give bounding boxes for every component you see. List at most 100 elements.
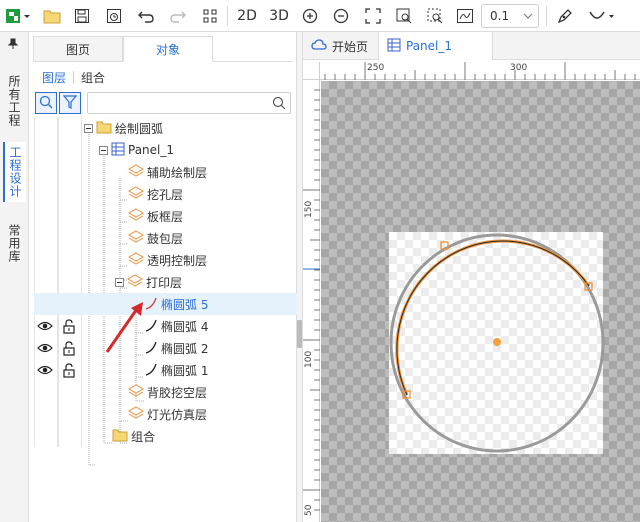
tree-node-label: 鼓包层 — [147, 231, 184, 246]
vertical-ruler: 150 100 50 — [303, 80, 320, 522]
splitter-handle[interactable] — [297, 320, 302, 348]
folder-icon — [112, 428, 128, 445]
undo-icon[interactable] — [134, 4, 158, 28]
tree-node-label: 椭圆弧 5 — [161, 297, 209, 312]
tab-pages[interactable]: 图页 — [33, 36, 123, 62]
tab-layers[interactable]: 图层 — [35, 66, 73, 88]
search-input[interactable] — [88, 93, 268, 113]
save-as-icon[interactable] — [102, 4, 126, 28]
view-2d-button[interactable]: 2D — [234, 4, 260, 28]
tab-all-projects[interactable]: 所有工程 — [3, 70, 26, 132]
tree-node-label: 椭圆弧 4 — [161, 319, 209, 334]
side-tab-bar: 所有工程 工程设计 常用库 — [0, 32, 29, 522]
filter-icon — [62, 94, 78, 112]
layer-icon — [126, 273, 144, 291]
filter-button[interactable] — [59, 92, 81, 114]
collapse-icon[interactable] — [115, 277, 124, 287]
tree-node-label: Panel_1 — [128, 143, 175, 157]
line-width-value: 0.1 — [490, 9, 510, 23]
tree-node-label: 椭圆弧 2 — [161, 341, 209, 356]
tree-node-label: 灯光仿真层 — [147, 407, 208, 422]
layer-icon — [127, 251, 145, 269]
document-tabs: 开始页 Panel_1 — [303, 32, 640, 60]
tab-objects[interactable]: 对象 — [123, 36, 213, 62]
pen-icon[interactable] — [553, 4, 577, 28]
ruler-label: 50 — [304, 504, 314, 516]
open-folder-icon[interactable] — [40, 4, 64, 28]
tab-library[interactable]: 常用库 — [3, 218, 26, 268]
tree-node-root[interactable]: 绘制圆弧 — [84, 117, 299, 139]
tab-panel-1[interactable]: Panel_1 — [378, 32, 493, 60]
eye-icon[interactable] — [37, 341, 53, 358]
panel-icon — [111, 142, 125, 159]
line-width-select[interactable]: 0.1 — [481, 4, 539, 28]
grid-icon[interactable] — [198, 4, 222, 28]
layer-icon — [127, 229, 145, 247]
unlock-icon[interactable] — [62, 363, 76, 381]
tree-node-label: 辅助绘制层 — [147, 165, 208, 180]
object-panel: 图页 对象 图层 组合 绘制圆弧 Panel_1 辅助绘制层 挖孔层 板框层 鼓… — [29, 32, 297, 522]
ruler-corner — [303, 62, 320, 80]
tab-project-design[interactable]: 工程设计 — [3, 142, 26, 202]
zoom-in-icon[interactable] — [298, 4, 322, 28]
pin-icon[interactable] — [7, 38, 19, 53]
save-icon[interactable] — [70, 4, 94, 28]
layer-icon — [127, 405, 145, 423]
zoom-window-icon[interactable] — [392, 4, 416, 28]
tree-node-label: 组合 — [131, 429, 156, 444]
unlock-icon[interactable] — [62, 319, 76, 337]
tree-node-label: 板框层 — [147, 209, 184, 224]
layer-icon — [127, 163, 145, 181]
fit-icon[interactable] — [361, 4, 385, 28]
tree-node-label: 打印层 — [146, 275, 183, 290]
object-subtabs: 图层 组合 — [35, 66, 112, 88]
eye-icon[interactable] — [37, 363, 53, 380]
view-3d-button[interactable]: 3D — [266, 4, 292, 28]
row-controls — [34, 359, 82, 381]
layer-icon — [127, 185, 145, 203]
tab-label: 开始页 — [332, 39, 369, 54]
search-icon[interactable] — [272, 96, 286, 113]
search-toggle-button[interactable] — [35, 92, 57, 114]
arc-center-point[interactable] — [493, 338, 501, 346]
row-controls — [34, 337, 82, 359]
ruler-label: 150 — [304, 200, 314, 218]
tree-node-arc-selected[interactable]: 椭圆弧 5 — [34, 293, 297, 315]
zoom-out-icon[interactable] — [329, 4, 353, 28]
collapse-icon[interactable] — [84, 123, 93, 133]
tree-node-label: 背胶挖空层 — [147, 385, 208, 400]
tree-node-label: 挖孔层 — [147, 187, 184, 202]
chevron-down-icon — [523, 9, 533, 26]
ruler-label: 100 — [304, 350, 314, 368]
new-project-icon[interactable] — [4, 4, 34, 28]
redo-icon[interactable] — [166, 4, 190, 28]
tree-node-group[interactable]: 组合 — [112, 425, 327, 447]
arc-drawing — [389, 233, 605, 453]
eye-icon[interactable] — [37, 319, 53, 336]
search-box — [87, 92, 291, 114]
main-toolbar: 2D 3D 0.1 — [0, 0, 640, 32]
layer-icon — [127, 207, 145, 225]
tree-node-label: 透明控制层 — [147, 253, 208, 268]
zoom-select-icon[interactable] — [423, 4, 447, 28]
tab-label: Panel_1 — [406, 39, 453, 53]
row-controls — [34, 315, 82, 337]
layer-icon — [127, 383, 145, 401]
ruler-label: 300 — [510, 63, 528, 73]
panel-icon — [387, 38, 406, 55]
collapse-icon[interactable] — [99, 145, 108, 155]
panel-tabs: 图页 对象 — [33, 36, 293, 62]
search-icon — [39, 95, 53, 112]
folder-icon — [96, 120, 112, 137]
annotation-arrow — [105, 302, 143, 353]
tree-node-panel[interactable]: Panel_1 — [99, 139, 314, 161]
arc-tool-icon[interactable] — [586, 4, 620, 28]
arc-icon — [144, 362, 158, 379]
tree-node-label: 椭圆弧 1 — [161, 363, 209, 378]
measure-icon[interactable] — [453, 4, 477, 28]
unlock-icon[interactable] — [62, 341, 76, 359]
cloud-icon — [311, 38, 332, 54]
tab-groups[interactable]: 组合 — [74, 66, 112, 88]
horizontal-ruler: 250 300 — [320, 62, 640, 80]
tab-start-page[interactable]: 开始页 — [303, 32, 376, 60]
